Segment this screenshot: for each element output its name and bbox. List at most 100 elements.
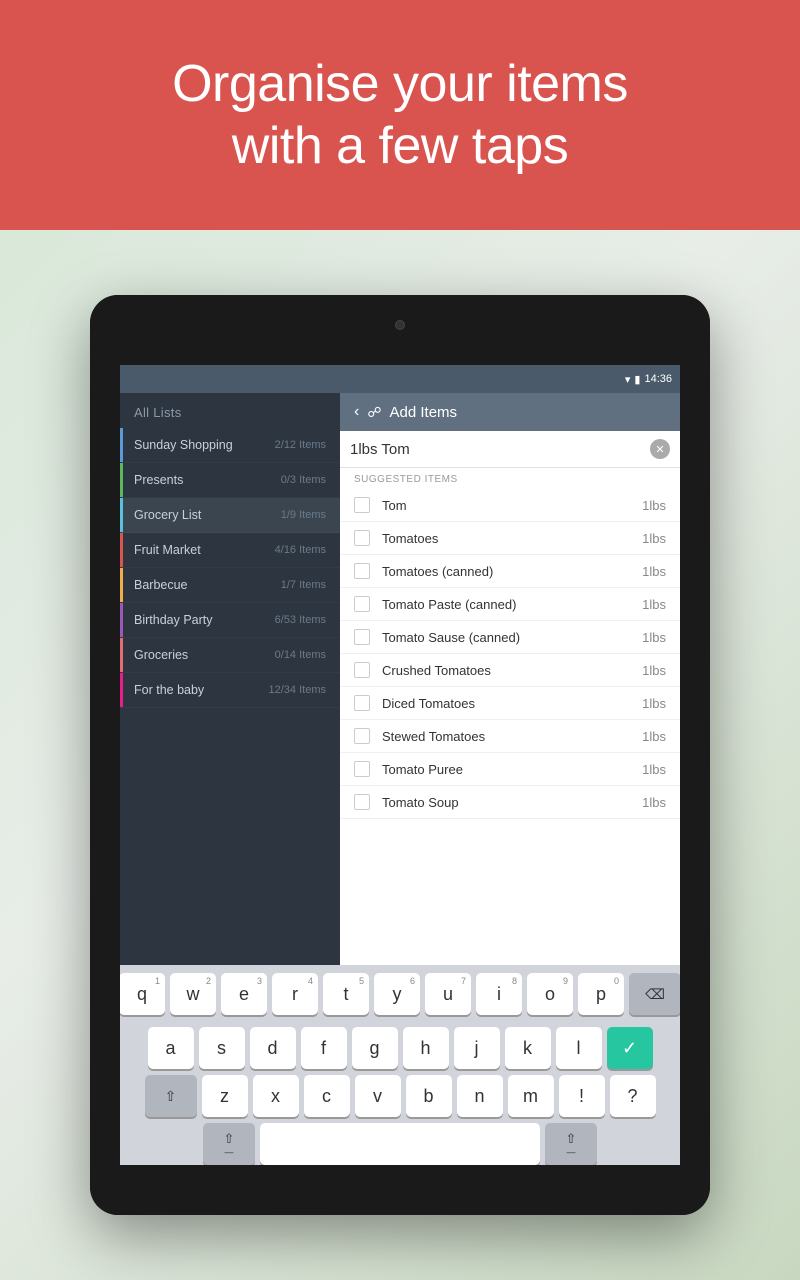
key-c[interactable]: c [304,1075,350,1117]
key-w[interactable]: 2w [170,973,216,1015]
key-z[interactable]: z [202,1075,248,1117]
key-o[interactable]: 9o [527,973,573,1015]
key-d[interactable]: d [250,1027,296,1069]
key-![interactable]: ! [559,1075,605,1117]
checkbox-6[interactable] [354,695,370,711]
sidebar-item-count-1: 0/3 Items [281,474,326,486]
shift-left-key[interactable]: ⇧ [145,1075,197,1117]
tablet-bottom-bar [90,1175,710,1215]
clear-button[interactable]: ✕ [650,439,670,459]
sidebar-bar-0 [120,428,123,462]
header-title-line2: with a few taps [232,117,568,175]
key-a[interactable]: a [148,1027,194,1069]
screen-content: All Lists Sunday Shopping 2/12 Items Pre… [120,393,680,965]
space-key[interactable] [260,1123,540,1165]
shift-key-bottom[interactable]: ⇧— [203,1123,255,1165]
sidebar-item-6[interactable]: Groceries 0/14 Items [120,638,340,673]
checkbox-5[interactable] [354,662,370,678]
suggested-items-container: Tom 1lbs Tomatoes 1lbs Tomatoes (canned)… [340,489,680,819]
key-b[interactable]: b [406,1075,452,1117]
item-name-3: Tomato Paste (canned) [382,597,642,612]
item-name-0: Tom [382,498,642,513]
item-qty-1: 1lbs [642,531,666,546]
key-h[interactable]: h [403,1027,449,1069]
list-icon: ☍ [367,404,381,421]
tablet-top-bar [90,295,710,355]
status-bar: ▾ ▮ 14:36 [120,365,680,393]
suggested-item-8[interactable]: Tomato Puree 1lbs [340,753,680,786]
sidebar: All Lists Sunday Shopping 2/12 Items Pre… [120,393,340,965]
search-input[interactable] [350,441,650,458]
suggested-item-5[interactable]: Crushed Tomatoes 1lbs [340,654,680,687]
tablet-device: ▾ ▮ 14:36 All Lists Sunday Shopping 2/12… [90,295,710,1215]
sidebar-item-1[interactable]: Presents 0/3 Items [120,463,340,498]
item-name-8: Tomato Puree [382,762,642,777]
sidebar-item-3[interactable]: Fruit Market 4/16 Items [120,533,340,568]
sidebar-item-0[interactable]: Sunday Shopping 2/12 Items [120,428,340,463]
sidebar-item-2[interactable]: Grocery List 1/9 Items [120,498,340,533]
key-?[interactable]: ? [610,1075,656,1117]
suggested-item-3[interactable]: Tomato Paste (canned) 1lbs [340,588,680,621]
checkbox-1[interactable] [354,530,370,546]
sidebar-bar-6 [120,638,123,672]
sidebar-item-7[interactable]: For the baby 12/34 Items [120,673,340,708]
checkbox-9[interactable] [354,794,370,810]
key-m[interactable]: m [508,1075,554,1117]
suggested-item-0[interactable]: Tom 1lbs [340,489,680,522]
suggested-item-2[interactable]: Tomatoes (canned) 1lbs [340,555,680,588]
backspace-key[interactable]: ⌫ [629,973,680,1015]
item-name-2: Tomatoes (canned) [382,564,642,579]
sidebar-bar-5 [120,603,123,637]
checkbox-8[interactable] [354,761,370,777]
tablet-screen: ▾ ▮ 14:36 All Lists Sunday Shopping 2/12… [120,365,680,1165]
suggested-item-1[interactable]: Tomatoes 1lbs [340,522,680,555]
sidebar-item-5[interactable]: Birthday Party 6/53 Items [120,603,340,638]
item-qty-3: 1lbs [642,597,666,612]
suggested-item-6[interactable]: Diced Tomatoes 1lbs [340,687,680,720]
enter-key[interactable]: ✓ [607,1027,653,1069]
checkbox-3[interactable] [354,596,370,612]
back-arrow-icon[interactable]: ‹ [354,403,359,421]
key-n[interactable]: n [457,1075,503,1117]
sidebar-item-4[interactable]: Barbecue 1/7 Items [120,568,340,603]
header-title: Organise your items with a few taps [172,53,628,178]
item-qty-8: 1lbs [642,762,666,777]
add-items-panel: ‹ ☍ Add Items ✕ SUGGESTED ITEMS Tom 1lbs [340,393,680,965]
checkbox-7[interactable] [354,728,370,744]
sidebar-item-name-6: Groceries [134,648,188,662]
sidebar-items-container: Sunday Shopping 2/12 Items Presents 0/3 … [120,428,340,708]
item-qty-9: 1lbs [642,795,666,810]
sidebar-item-name-4: Barbecue [134,578,188,592]
checkbox-2[interactable] [354,563,370,579]
checkbox-0[interactable] [354,497,370,513]
key-x[interactable]: x [253,1075,299,1117]
suggested-item-9[interactable]: Tomato Soup 1lbs [340,786,680,819]
sidebar-item-name-2: Grocery List [134,508,201,522]
time-display: 14:36 [644,373,672,385]
item-qty-2: 1lbs [642,564,666,579]
key-g[interactable]: g [352,1027,398,1069]
key-r[interactable]: 4r [272,973,318,1015]
key-j[interactable]: j [454,1027,500,1069]
item-qty-7: 1lbs [642,729,666,744]
key-e[interactable]: 3e [221,973,267,1015]
key-p[interactable]: 0p [578,973,624,1015]
key-v[interactable]: v [355,1075,401,1117]
suggested-item-4[interactable]: Tomato Sause (canned) 1lbs [340,621,680,654]
checkbox-4[interactable] [354,629,370,645]
key-q[interactable]: 1q [120,973,165,1015]
sidebar-item-count-0: 2/12 Items [275,439,326,451]
key-i[interactable]: 8i [476,973,522,1015]
key-y[interactable]: 6y [374,973,420,1015]
key-l[interactable]: l [556,1027,602,1069]
key-k[interactable]: k [505,1027,551,1069]
suggested-item-7[interactable]: Stewed Tomatoes 1lbs [340,720,680,753]
keyboard-number-row: 1q2w3e4r5t6y7u8i9o0p⌫ [124,973,676,1015]
key-s[interactable]: s [199,1027,245,1069]
key-t[interactable]: 5t [323,973,369,1015]
key-f[interactable]: f [301,1027,347,1069]
camera [395,320,405,330]
shift-key-right[interactable]: ⇧— [545,1123,597,1165]
sidebar-item-name-5: Birthday Party [134,613,213,627]
key-u[interactable]: 7u [425,973,471,1015]
